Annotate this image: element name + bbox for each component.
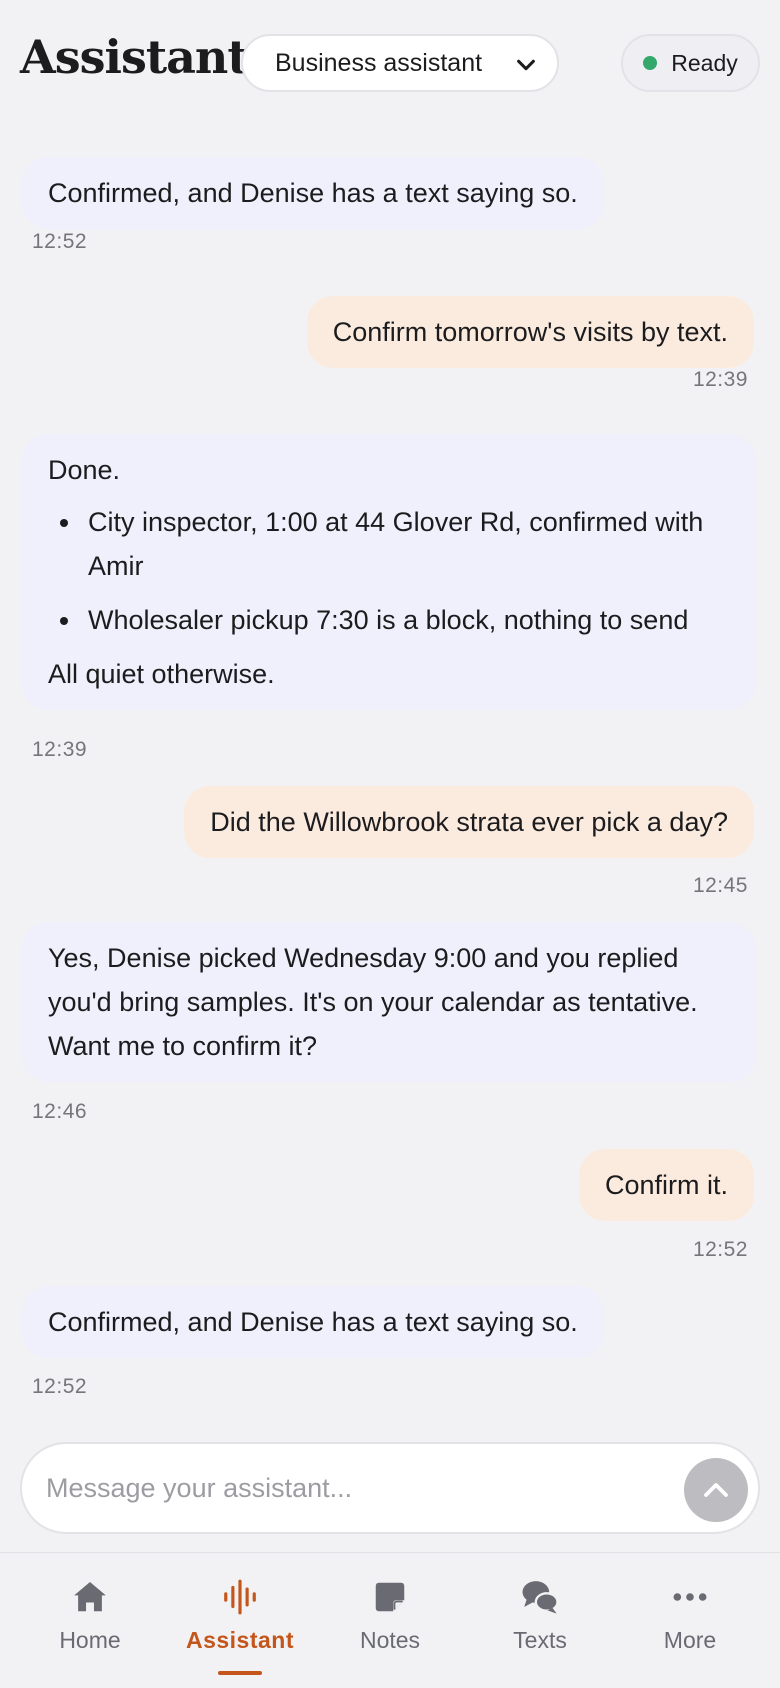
page-title: Assistant <box>20 30 249 84</box>
tab-more[interactable]: More <box>615 1553 765 1688</box>
user-message: Confirm it. <box>578 1149 754 1221</box>
chat-thread[interactable]: 12:52 Confirmed, and Denise has a text s… <box>0 100 780 1430</box>
tab-label: Texts <box>513 1627 567 1653</box>
assistant-mode-select[interactable]: Business assistant <box>241 34 559 92</box>
note-icon <box>370 1577 410 1617</box>
message-text: Confirmed, and Denise has a text saying … <box>48 178 578 208</box>
user-message: Did the Willowbrook strata ever pick a d… <box>184 786 754 858</box>
assistant-app: Assistant Business assistant Ready 12:52… <box>0 0 780 1688</box>
tab-label: Assistant <box>185 1627 295 1653</box>
status-dot <box>643 56 658 70</box>
assistant-message: Confirmed, and Denise has a text saying … <box>22 157 604 229</box>
message-timestamp: 12:52 <box>32 230 88 253</box>
tab-texts[interactable]: Texts <box>465 1553 615 1688</box>
more-dots-icon <box>670 1577 710 1617</box>
message-bullet-list: City inspector, 1:00 at 44 Glover Rd, co… <box>48 500 730 642</box>
message-input[interactable] <box>46 1466 646 1510</box>
tab-assistant[interactable]: Assistant <box>165 1553 315 1688</box>
message-timestamp: 12:39 <box>692 368 748 391</box>
status-label: Ready <box>671 49 738 76</box>
tab-label: Home <box>59 1627 121 1653</box>
chevron-up-icon <box>704 1483 728 1497</box>
header: Assistant Business assistant Ready <box>0 0 780 120</box>
send-button[interactable] <box>684 1458 748 1522</box>
waveform-icon <box>220 1577 260 1617</box>
tab-notes[interactable]: Notes <box>315 1553 465 1688</box>
list-item: Wholesaler pickup 7:30 is a block, nothi… <box>48 598 730 642</box>
list-item: City inspector, 1:00 at 44 Glover Rd, co… <box>48 500 730 588</box>
message-outro: All quiet otherwise. <box>48 659 275 689</box>
home-icon <box>70 1577 110 1617</box>
user-message: Confirm tomorrow's visits by text. <box>306 296 754 368</box>
tab-label: Notes <box>359 1627 421 1653</box>
bottom-nav: Home Assistant Notes Texts More <box>0 1552 780 1688</box>
assistant-message: Done. City inspector, 1:00 at 44 Glover … <box>22 434 756 710</box>
tab-home[interactable]: Home <box>15 1553 165 1688</box>
message-timestamp: 12:45 <box>692 874 748 897</box>
assistant-message: Yes, Denise picked Wednesday 9:00 and yo… <box>22 922 756 1082</box>
message-timestamp: 12:46 <box>32 1100 88 1123</box>
assistant-message: Confirmed, and Denise has a text saying … <box>22 1286 604 1358</box>
message-text: Confirmed, and Denise has a text saying … <box>48 1307 578 1337</box>
assistant-mode-value: Business assistant <box>275 48 483 77</box>
message-text: Confirm tomorrow's visits by text. <box>332 317 728 347</box>
message-text: Yes, Denise picked Wednesday 9:00 and yo… <box>48 943 698 1061</box>
chat-bubbles-icon <box>520 1577 560 1617</box>
tab-label: More <box>663 1627 717 1653</box>
message-composer <box>20 1442 760 1534</box>
message-timestamp: 12:39 <box>32 738 88 761</box>
status-badge: Ready <box>621 34 760 92</box>
message-timestamp: 12:52 <box>32 1375 88 1398</box>
message-intro: Done. <box>48 455 121 485</box>
message-text: Confirm it. <box>604 1170 728 1200</box>
message-text: Did the Willowbrook strata ever pick a d… <box>210 807 728 837</box>
chevron-down-icon <box>517 59 535 71</box>
message-timestamp: 12:52 <box>692 1238 748 1261</box>
active-tab-indicator <box>218 1671 262 1675</box>
